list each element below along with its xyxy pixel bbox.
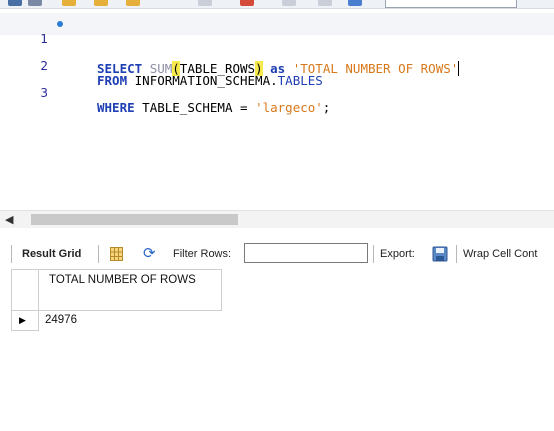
editor-line-1[interactable]: 1 SELECT SUM(TABLE_ROWS) as 'TOTAL NUMBE… xyxy=(0,13,554,76)
column-name: TABLE_SCHEMA xyxy=(142,100,233,115)
code-text: WHERE TABLE_SCHEMA = 'largeco'; xyxy=(97,97,330,119)
wrap-cell-content-toggle[interactable]: Wrap Cell Cont xyxy=(463,247,537,261)
result-toolbar: Result Grid ⟳ Filter Rows: Export: Wrap … xyxy=(0,238,554,270)
execute-statement-icon[interactable] xyxy=(94,0,108,6)
explain-icon[interactable] xyxy=(126,0,140,6)
export-save-icon[interactable] xyxy=(432,246,448,262)
toolbar-divider xyxy=(373,245,374,263)
export-label: Export: xyxy=(380,248,415,260)
autocommit-icon[interactable] xyxy=(348,0,362,6)
keyword-where: WHERE xyxy=(97,100,135,115)
toggle-icon[interactable] xyxy=(240,0,254,6)
open-icon[interactable] xyxy=(28,0,42,6)
result-grid-tab[interactable]: Result Grid xyxy=(22,247,81,261)
value-string: 'largeco' xyxy=(255,100,323,115)
query-toolbar xyxy=(0,0,554,9)
save-icon[interactable] xyxy=(8,0,22,6)
scroll-left-arrow-icon[interactable]: ◀ xyxy=(5,211,13,228)
grid-view-icon[interactable] xyxy=(110,247,123,261)
semicolon: ; xyxy=(322,100,331,115)
toolbar-divider xyxy=(11,245,12,263)
editor-line-3[interactable]: 3 WHERE TABLE_SCHEMA = 'largeco'; xyxy=(0,67,554,115)
current-row-arrow-icon: ▶ xyxy=(19,315,26,325)
editor-horizontal-scrollbar[interactable]: ◀ xyxy=(0,210,554,228)
line-number: 3 xyxy=(40,86,48,100)
refresh-icon[interactable]: ⟳ xyxy=(143,246,156,261)
column-header[interactable]: TOTAL NUMBER OF ROWS xyxy=(38,269,222,311)
sql-editor[interactable]: 1 SELECT SUM(TABLE_ROWS) as 'TOTAL NUMBE… xyxy=(0,9,554,210)
grid-corner xyxy=(11,269,39,311)
execute-icon[interactable] xyxy=(62,0,76,6)
toolbar-divider xyxy=(98,245,99,263)
breakpoint-dot-icon[interactable] xyxy=(57,21,63,27)
commit-icon[interactable] xyxy=(282,0,296,6)
stop-icon[interactable] xyxy=(198,0,212,6)
limit-rows-select[interactable] xyxy=(385,0,517,8)
editor-line-2[interactable]: 2 FROM INFORMATION_SCHEMA.TABLES xyxy=(0,40,554,88)
filter-rows-label: Filter Rows: xyxy=(173,248,232,260)
rollback-icon[interactable] xyxy=(318,0,332,6)
filter-rows-input[interactable] xyxy=(244,243,368,263)
toolbar-divider xyxy=(456,245,457,263)
scrollbar-thumb[interactable] xyxy=(31,214,238,225)
operator-equals: = xyxy=(232,100,256,115)
row-selector[interactable]: ▶ xyxy=(11,310,39,331)
grid-cell[interactable]: 24976 xyxy=(45,313,77,328)
